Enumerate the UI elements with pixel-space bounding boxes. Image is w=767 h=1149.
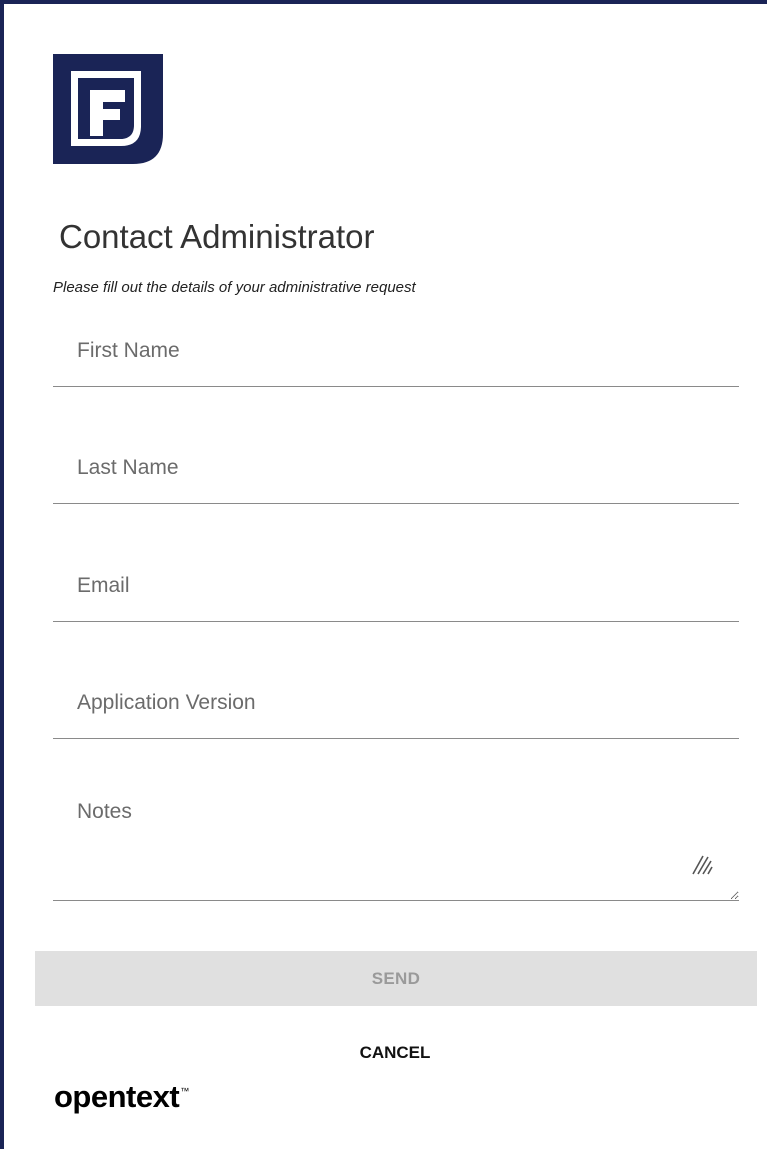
opentext-logo: opentext™ — [54, 1079, 189, 1115]
first-name-field[interactable] — [53, 316, 739, 387]
f-logo-icon — [53, 54, 163, 164]
last-name-field[interactable] — [53, 433, 739, 504]
trademark-symbol: ™ — [180, 1086, 189, 1096]
brand-name: opentext — [54, 1079, 180, 1114]
cancel-button[interactable]: CANCEL — [335, 1039, 455, 1067]
contact-admin-dialog: Contact Administrator Please fill out th… — [0, 0, 767, 1149]
application-version-field[interactable] — [53, 668, 739, 739]
email-field[interactable] — [53, 551, 739, 622]
form-subtitle: Please fill out the details of your admi… — [53, 279, 416, 296]
notes-field[interactable] — [53, 785, 739, 901]
page-title: Contact Administrator — [59, 218, 375, 255]
send-button[interactable]: SEND — [35, 951, 757, 1006]
